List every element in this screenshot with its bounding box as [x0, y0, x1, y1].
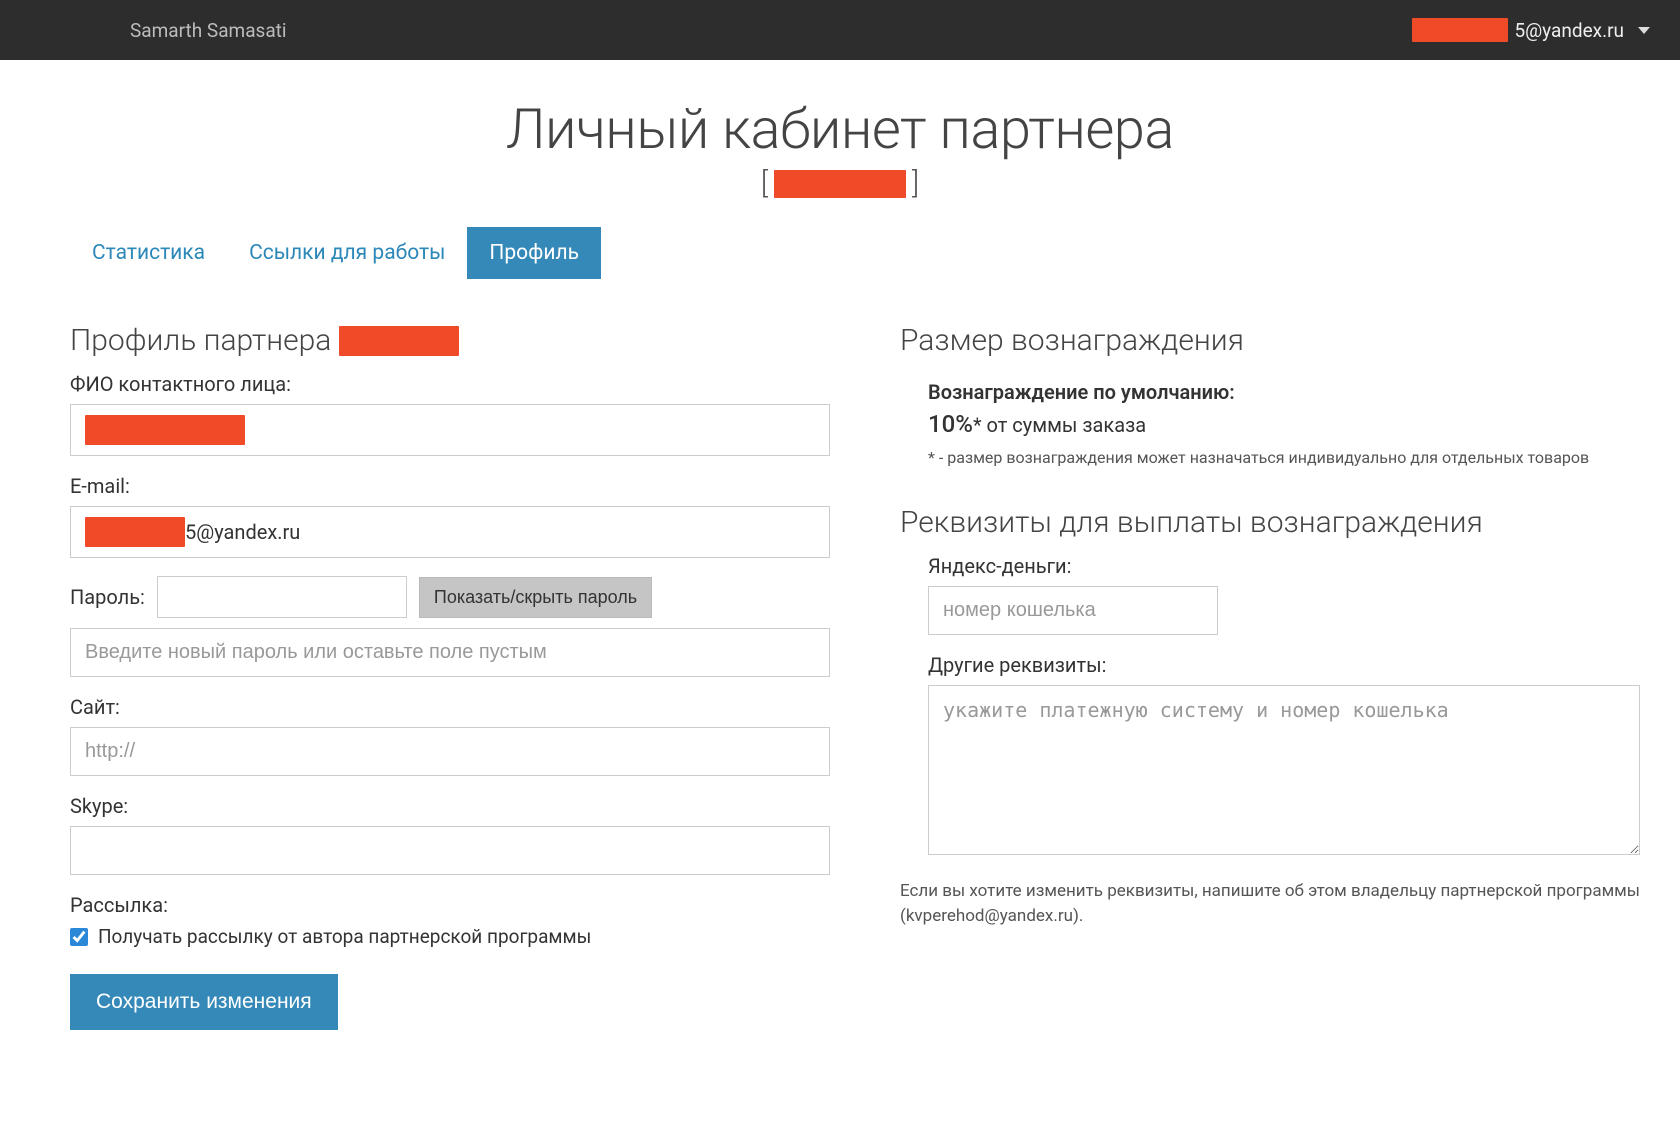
profile-heading-prefix: Профиль партнера: [70, 323, 331, 358]
reward-default-label: Вознаграждение по умолчанию:: [928, 380, 1640, 404]
other-req-textarea[interactable]: [928, 685, 1640, 855]
redacted-partner-id: [774, 170, 906, 198]
tab-stats[interactable]: Статистика: [70, 227, 227, 279]
site-label: Сайт:: [70, 695, 830, 719]
fio-label: ФИО контактного лица:: [70, 372, 830, 396]
tab-profile[interactable]: Профиль: [467, 227, 601, 279]
field-password: Пароль: Показать/скрыть пароль: [70, 576, 830, 677]
mailing-checkbox[interactable]: [70, 928, 88, 946]
other-req-label: Другие реквизиты:: [928, 653, 1640, 677]
reward-percent-suffix: * от суммы заказа: [973, 413, 1146, 437]
topbar: Samarth Samasati 5@yandex.ru: [0, 0, 1680, 60]
field-other-requisites: Другие реквизиты:: [928, 653, 1640, 859]
tabs: Статистика Ссылки для работы Профиль: [70, 227, 1680, 279]
field-skype: Skype:: [70, 794, 830, 875]
redacted-fio-value: [85, 415, 245, 445]
left-column: Профиль партнера ФИО контактного лица: E…: [70, 323, 830, 1030]
page-title: Личный кабинет партнера: [0, 96, 1680, 162]
yandex-label: Яндекс-деньги:: [928, 554, 1640, 578]
reward-percent: 10%: [928, 410, 973, 438]
email-label: E-mail:: [70, 474, 830, 498]
page-title-block: Личный кабинет партнера [ ]: [0, 96, 1680, 201]
requisites-heading: Реквизиты для выплаты вознаграждения: [900, 505, 1640, 540]
field-fio: ФИО контактного лица:: [70, 372, 830, 456]
redacted-email-prefix: [85, 517, 185, 547]
right-column: Размер вознаграждения Вознаграждение по …: [900, 323, 1640, 1030]
reward-value: 10%* от суммы заказа: [928, 410, 1640, 438]
skype-input[interactable]: [70, 826, 830, 875]
tab-links[interactable]: Ссылки для работы: [227, 227, 467, 279]
field-site: Сайт:: [70, 695, 830, 776]
requisites-change-note: Если вы хотите изменить реквизиты, напиш…: [900, 879, 1640, 928]
toggle-password-button[interactable]: Показать/скрыть пароль: [419, 577, 652, 618]
user-email-suffix: 5@yandex.ru: [1514, 19, 1624, 42]
reward-heading: Размер вознаграждения: [900, 323, 1640, 358]
redacted-partner-name: [339, 326, 459, 356]
mailing-checkbox-label: Получать рассылку от автора партнерской …: [98, 925, 591, 948]
email-suffix: 5@yandex.ru: [185, 520, 300, 544]
field-mailing: Рассылка: Получать рассылку от автора па…: [70, 893, 830, 948]
password-label: Пароль:: [70, 585, 145, 609]
skype-label: Skype:: [70, 794, 830, 818]
field-email: E-mail: 5@yandex.ru: [70, 474, 830, 558]
reward-note: * - размер вознаграждения может назначат…: [928, 448, 1640, 467]
redacted-user-prefix: [1412, 18, 1508, 42]
yandex-wallet-input[interactable]: [928, 586, 1218, 635]
page-subtitle: [ ]: [0, 166, 1680, 201]
field-yandex-money: Яндекс-деньги:: [928, 554, 1640, 635]
password-current-input[interactable]: [157, 576, 407, 618]
new-password-input[interactable]: [70, 628, 830, 677]
content: Профиль партнера ФИО контактного лица: E…: [0, 279, 1680, 1090]
sub-bracket-close: ]: [912, 166, 919, 201]
sub-bracket-open: [: [761, 166, 768, 201]
email-input[interactable]: 5@yandex.ru: [70, 506, 830, 558]
site-input[interactable]: [70, 727, 830, 776]
mailing-label: Рассылка:: [70, 893, 830, 917]
brand-name[interactable]: Samarth Samasati: [130, 19, 287, 42]
fio-input[interactable]: [70, 404, 830, 456]
profile-heading: Профиль партнера: [70, 323, 830, 358]
save-button[interactable]: Сохранить изменения: [70, 974, 338, 1030]
chevron-down-icon: [1638, 27, 1650, 34]
user-menu[interactable]: 5@yandex.ru: [1412, 18, 1650, 42]
